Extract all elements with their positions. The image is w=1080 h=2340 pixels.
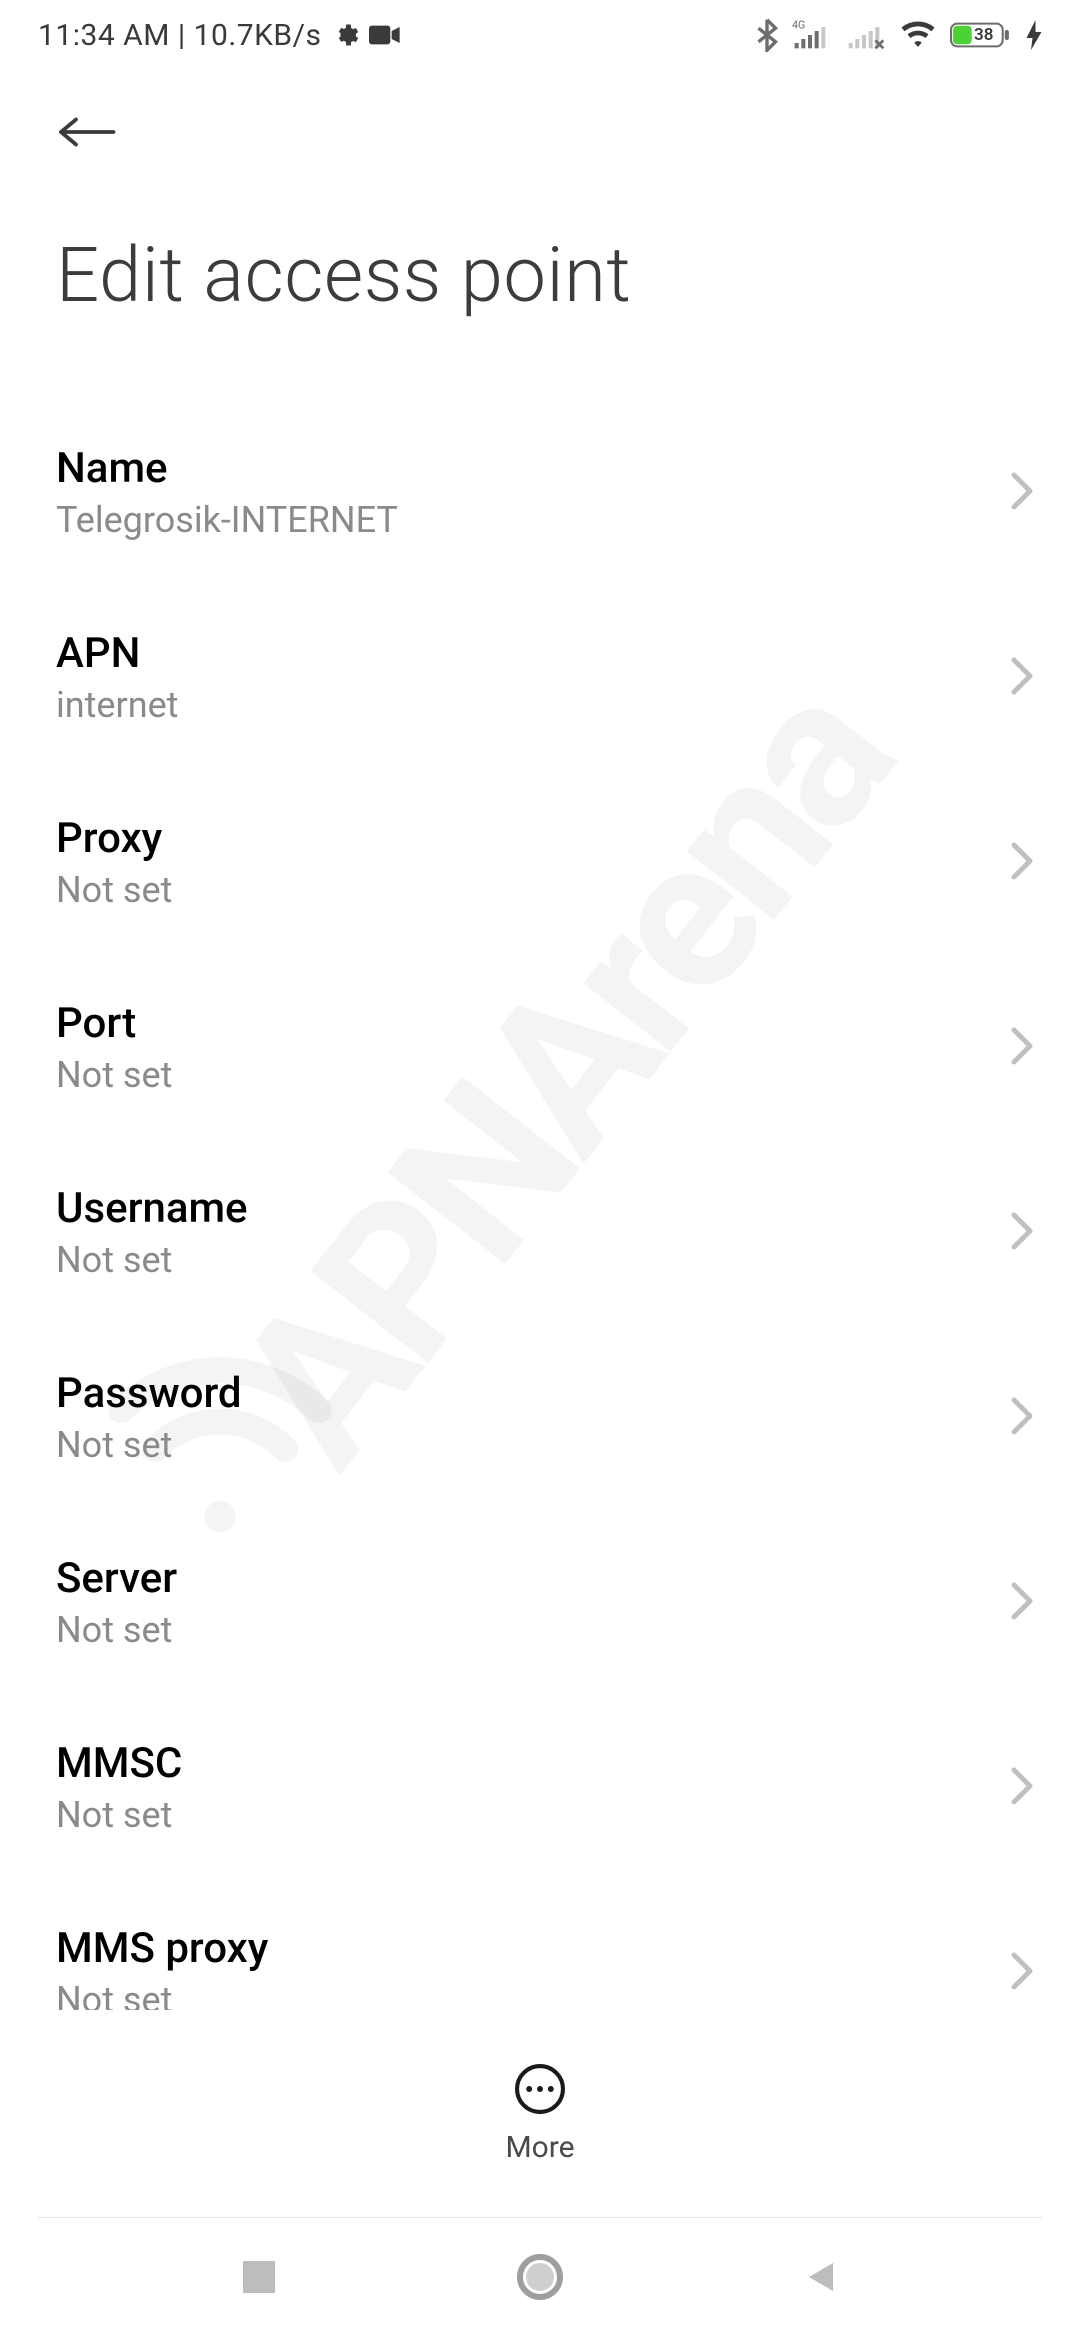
chevron-right-icon (1010, 1396, 1034, 1440)
battery-percent: 38 (974, 25, 993, 45)
battery-icon: 38 (950, 20, 1012, 50)
camera-icon (369, 23, 401, 47)
more-icon (513, 2062, 567, 2120)
row-server[interactable]: Server Not set (0, 1510, 1080, 1695)
chevron-right-icon (1010, 471, 1034, 515)
nav-recents-button[interactable] (239, 2257, 279, 2301)
row-password[interactable]: Password Not set (0, 1325, 1080, 1510)
more-label: More (505, 2130, 574, 2165)
chevron-right-icon (1010, 1951, 1034, 1995)
status-bar: 11:34 AM | 10.7KB/s 4G (0, 0, 1080, 70)
row-label: Proxy (56, 814, 990, 863)
row-label: Password (56, 1369, 990, 1418)
gear-icon (331, 21, 359, 49)
row-label: Port (56, 999, 990, 1048)
back-button[interactable] (56, 110, 116, 158)
nav-home-button[interactable] (516, 2253, 564, 2305)
row-username[interactable]: Username Not set (0, 1140, 1080, 1325)
charging-bolt-icon (1026, 20, 1042, 50)
row-value: Not set (56, 1609, 990, 1651)
chevron-right-icon (1010, 841, 1034, 885)
svg-text:4G: 4G (792, 19, 805, 31)
row-mms-proxy[interactable]: MMS proxy Not set (0, 1880, 1080, 2010)
row-value: Not set (56, 1054, 990, 1096)
row-label: Name (56, 444, 990, 493)
row-value: Not set (56, 1424, 990, 1466)
row-label: Username (56, 1184, 990, 1233)
status-time-speed: 11:34 AM | 10.7KB/s (38, 18, 321, 53)
row-value: Not set (56, 869, 990, 911)
row-value: internet (56, 684, 990, 726)
row-label: APN (56, 629, 990, 678)
row-port[interactable]: Port Not set (0, 955, 1080, 1140)
signal-nosim-icon (846, 19, 886, 51)
chevron-right-icon (1010, 1211, 1034, 1255)
row-name[interactable]: Name Telegrosik-INTERNET (0, 400, 1080, 585)
row-apn[interactable]: APN internet (0, 585, 1080, 770)
row-value: Telegrosik-INTERNET (56, 499, 990, 541)
chevron-right-icon (1010, 1026, 1034, 1070)
row-mmsc[interactable]: MMSC Not set (0, 1695, 1080, 1880)
wifi-icon (900, 21, 936, 49)
row-label: MMS proxy (56, 1924, 990, 1973)
chevron-right-icon (1010, 1766, 1034, 1810)
nav-back-button[interactable] (801, 2257, 841, 2301)
row-value: Not set (56, 1979, 990, 2010)
row-value: Not set (56, 1794, 990, 1836)
row-label: Server (56, 1554, 990, 1603)
row-label: MMSC (56, 1739, 990, 1788)
android-nav-bar (0, 2218, 1080, 2340)
more-button[interactable]: More (0, 2062, 1080, 2165)
apn-settings-list: Name Telegrosik-INTERNET APN internet Pr… (0, 400, 1080, 2010)
row-proxy[interactable]: Proxy Not set (0, 770, 1080, 955)
chevron-right-icon (1010, 656, 1034, 700)
row-value: Not set (56, 1239, 990, 1281)
page-title: Edit access point (56, 230, 631, 320)
chevron-right-icon (1010, 1581, 1034, 1625)
bluetooth-icon (756, 18, 778, 52)
signal-4g-icon: 4G (792, 19, 832, 51)
